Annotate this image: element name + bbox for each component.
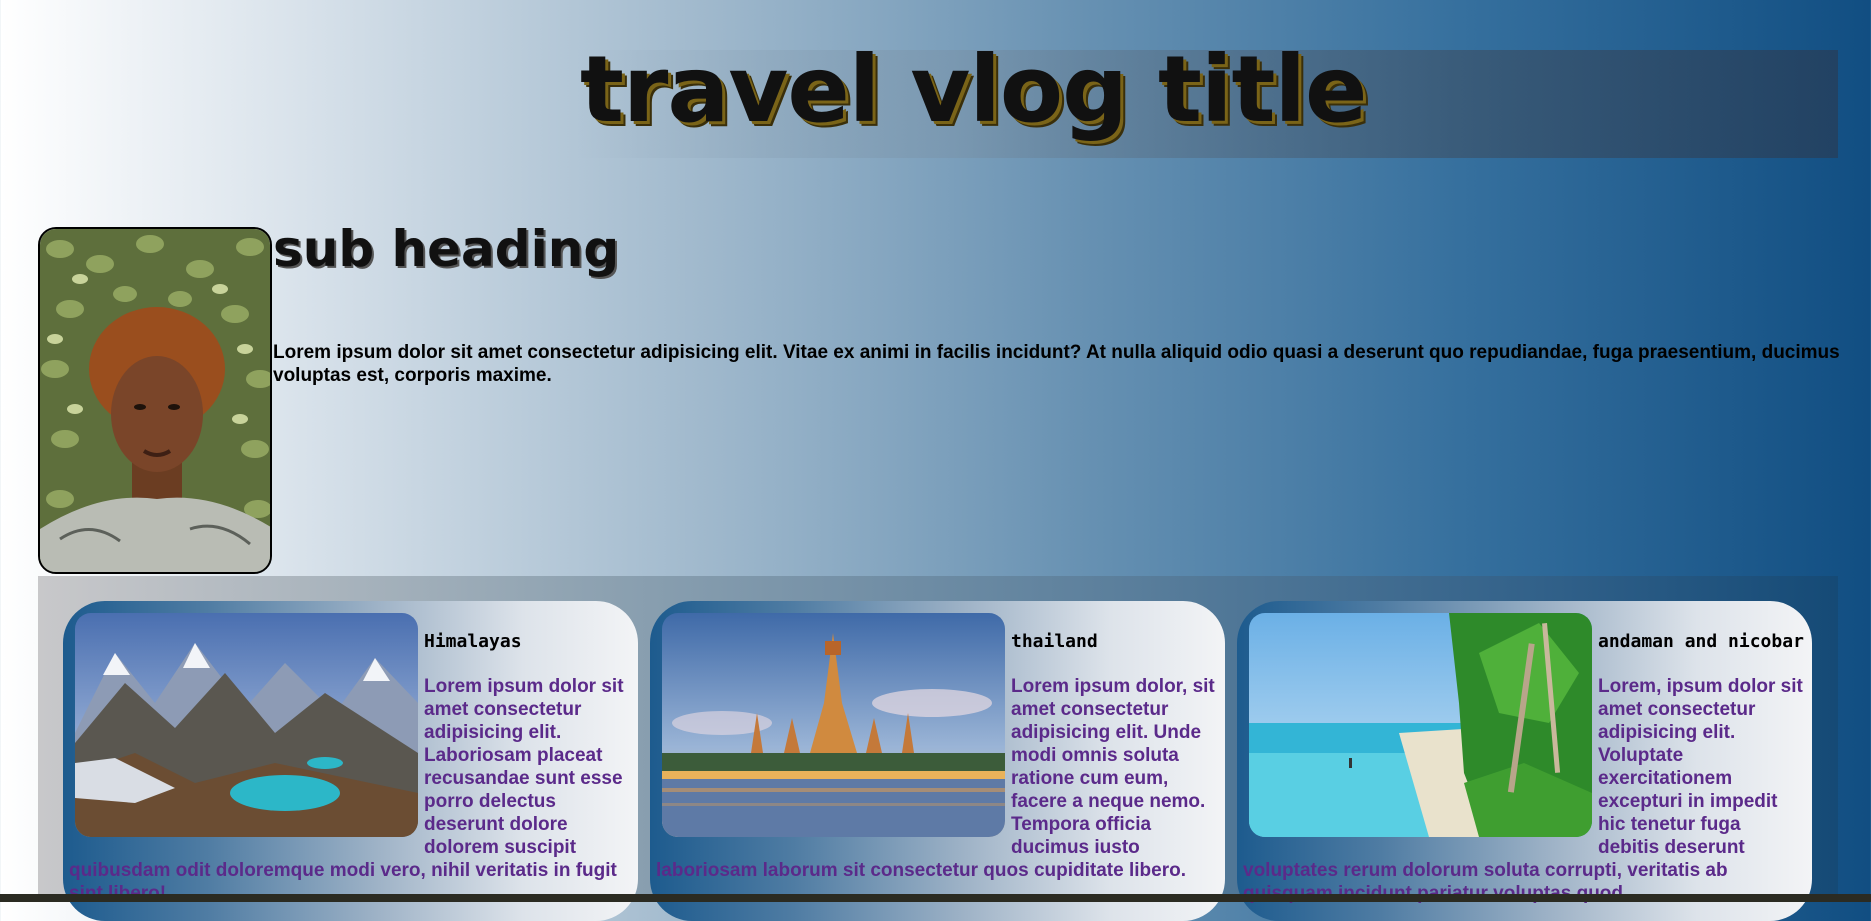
profile-photo [38,227,272,574]
card-title-andaman: andaman and nicobar [1598,631,1804,652]
card-text-andaman: Lorem, ipsum dolor sit amet consectetur … [1598,676,1803,858]
card-title-thailand: thailand [1011,631,1098,652]
card-text-himalayas: Lorem ipsum dolor sit amet consectetur a… [424,676,624,858]
intro-paragraph: Lorem ipsum dolor sit amet consectetur a… [273,342,1840,386]
destination-card-himalayas: Himalayas Lorem ipsum dolor sit amet con… [63,601,638,921]
card-text-thailand: Lorem ipsum dolor, sit amet consectetur … [1011,676,1215,858]
card-text-thailand-continued: laboriosam laborum sit consectetur quos … [656,860,1186,881]
thailand-image [662,613,1005,837]
card-title-himalayas: Himalayas [424,631,522,652]
andaman-image [1249,613,1592,837]
bottom-bar [0,894,1871,902]
destination-card-thailand: thailand Lorem ipsum dolor, sit amet con… [650,601,1225,921]
destination-card-andaman: andaman and nicobar Lorem, ipsum dolor s… [1237,601,1812,921]
subheading: sub heading [273,220,620,278]
himalayas-image [75,613,418,837]
page-title: travel vlog title [580,36,1367,143]
